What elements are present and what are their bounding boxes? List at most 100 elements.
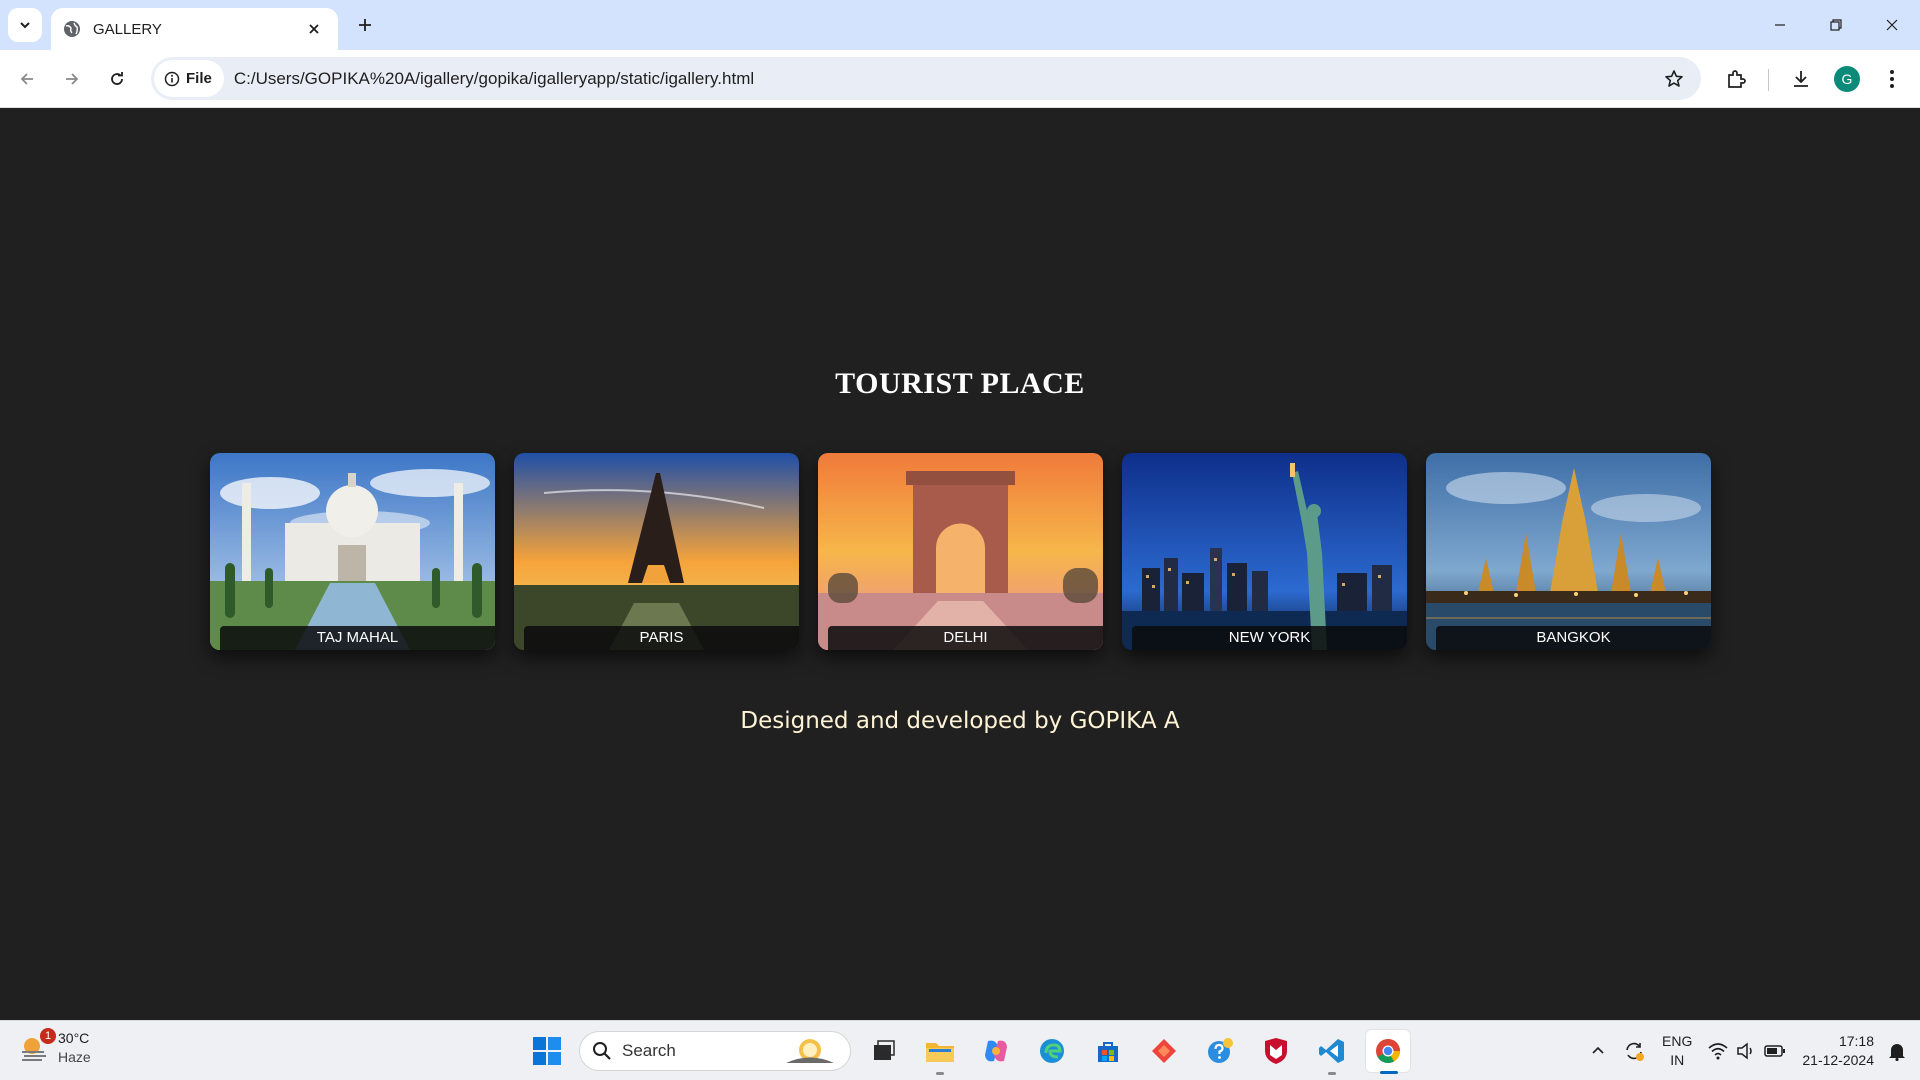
windows-logo-icon [533,1037,561,1065]
show-hidden-icons-button[interactable] [1582,1021,1614,1080]
gallery-card-paris[interactable]: PARIS [514,453,799,650]
card-caption: DELHI [828,626,1103,650]
clock[interactable]: 17:18 21-12-2024 [1794,1021,1880,1080]
chrome-icon [1376,1039,1400,1064]
system-tray: ENG IN 17:18 21-12-2024 [1582,1021,1920,1080]
star-icon [1665,70,1683,87]
task-view-icon [874,1040,895,1060]
search-placeholder: Search [622,1041,676,1060]
start-button[interactable] [525,1029,569,1073]
downloads-button[interactable] [1783,61,1819,97]
more-vertical-icon [1890,70,1894,88]
microsoft-store-app[interactable] [1085,1029,1131,1073]
card-caption: NEW YORK [1132,626,1407,650]
browser-tabstrip: GALLERY [0,0,1920,50]
bookmark-button[interactable] [1661,66,1687,92]
clock-date: 21-12-2024 [1802,1052,1874,1068]
browser-menu-button[interactable] [1874,61,1910,97]
battery-icon [1764,1045,1786,1057]
weather-temp: 30°C [58,1030,90,1046]
gallery-card-new-york[interactable]: NEW YORK [1122,453,1407,650]
new-tab-button[interactable] [351,11,379,39]
running-indicator [1328,1072,1336,1075]
bell-icon [1889,1044,1905,1061]
search-icon [593,1042,611,1060]
arrow-left-icon [20,73,33,85]
close-icon [1886,19,1898,31]
chevron-down-icon [20,22,30,29]
help-icon [1208,1038,1233,1063]
site-info-chip[interactable]: File [154,60,224,97]
sync-icon [1626,1042,1645,1061]
restore-icon [1830,19,1842,31]
browser-toolbar: File C:/Users/GOPIKA%20A/igallery/gopika… [0,50,1920,108]
gallery-card-taj-mahal[interactable]: TAJ MAHAL [210,453,495,650]
language-region: IN [1670,1052,1685,1068]
weather-widget[interactable]: 1 30°C Haze [18,1028,91,1067]
site-info-label: File [186,70,212,87]
card-caption: TAJ MAHAL [220,626,495,650]
chrome-app[interactable] [1365,1029,1411,1074]
tab-close-button[interactable] [302,17,326,41]
taj-mahal-photo [210,453,495,650]
quick-settings-button[interactable] [1700,1021,1794,1080]
profile-button[interactable]: G [1829,61,1865,97]
language-indicator[interactable]: ENG IN [1654,1021,1700,1080]
taskbar: 1 30°C Haze Search ENG IN 17:18 21-12-20… [0,1020,1920,1080]
close-window-button[interactable] [1864,0,1920,50]
weather-haze-icon: 1 [18,1028,56,1064]
notification-badge: 1 [40,1028,56,1044]
card-caption: PARIS [524,626,799,650]
restore-button[interactable] [1808,0,1864,50]
footer-credit: Designed and developed by GOPIKA A [740,708,1180,734]
taskbar-search[interactable]: Search [579,1031,851,1071]
gallery-card-delhi[interactable]: DELHI [818,453,1103,650]
delhi-photo [818,453,1103,650]
running-indicator [1380,1071,1398,1074]
anydesk-icon [1152,1039,1176,1063]
new-york-photo [1122,453,1407,650]
edge-app[interactable] [1029,1029,1075,1073]
mcafee-app[interactable] [1253,1029,1299,1073]
clock-time: 17:18 [1838,1033,1874,1049]
weather-text: 30°C Haze [58,1029,91,1067]
reload-button[interactable] [101,63,133,95]
task-view-button[interactable] [861,1029,907,1073]
vscode-icon [1319,1039,1344,1063]
gallery-card-bangkok[interactable]: BANGKOK [1426,453,1711,650]
minimize-icon [1775,24,1785,26]
avatar: G [1834,66,1860,92]
close-icon [309,24,319,34]
url-text[interactable]: C:/Users/GOPIKA%20A/igallery/gopika/igal… [234,69,754,89]
page-title: TOURIST PLACE [835,367,1085,400]
notifications-button[interactable] [1880,1021,1920,1080]
anydesk-app[interactable] [1141,1029,1187,1073]
tab-title: GALLERY [93,20,162,38]
mcafee-shield-icon [1265,1038,1287,1064]
window-controls [1752,0,1920,50]
back-button[interactable] [11,63,43,95]
file-explorer-app[interactable] [917,1029,963,1075]
help-app[interactable] [1197,1029,1243,1073]
toolbar-divider [1768,69,1769,91]
minimize-button[interactable] [1752,0,1808,50]
browser-tab-gallery[interactable]: GALLERY [51,8,338,50]
taskbar-apps: Search [525,1029,1411,1075]
bangkok-photo [1426,453,1711,650]
search-highlight-icon [786,1039,834,1063]
globe-icon [64,21,80,37]
gallery: TAJ MAHAL PARIS DELHI NEW YORK BANGKOK [210,453,1711,653]
language-code: ENG [1662,1033,1693,1049]
puzzle-icon [1728,70,1746,88]
card-caption: BANGKOK [1436,626,1711,650]
reload-icon [111,72,123,85]
extensions-button[interactable] [1718,61,1754,97]
sync-status-button[interactable] [1614,1021,1654,1080]
chevron-up-icon [1592,1046,1604,1054]
vscode-app[interactable] [1309,1029,1355,1075]
plus-icon [359,19,371,31]
tab-search-button[interactable] [8,8,42,42]
address-bar[interactable]: File C:/Users/GOPIKA%20A/igallery/gopika… [151,57,1701,100]
forward-button[interactable] [56,63,88,95]
copilot-app[interactable] [973,1029,1019,1073]
